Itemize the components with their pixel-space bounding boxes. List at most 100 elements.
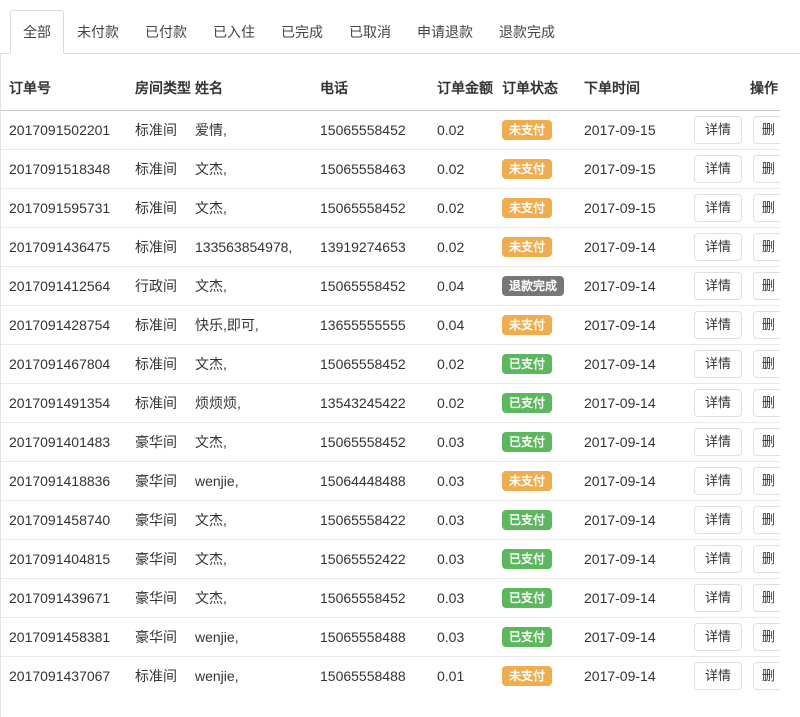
actions-cell: 详情 删 [686, 228, 780, 267]
column-header: 姓名 [187, 66, 312, 111]
detail-button[interactable]: 详情 [694, 467, 742, 495]
detail-button[interactable]: 详情 [694, 545, 742, 573]
date-cell: 2017-09-14 [576, 267, 686, 306]
column-header: 订单号 [1, 66, 127, 111]
phone-cell: 15065558452 [312, 111, 429, 150]
delete-button[interactable]: 删 [753, 584, 780, 612]
phone-cell: 15065558452 [312, 267, 429, 306]
delete-button[interactable]: 删 [753, 623, 780, 651]
tab-7[interactable]: 申请退款 [404, 10, 486, 54]
order-no-cell: 2017091404815 [1, 540, 127, 579]
order-no-cell: 2017091458381 [1, 618, 127, 657]
tab-8[interactable]: 退款完成 [486, 10, 568, 54]
detail-button[interactable]: 详情 [694, 584, 742, 612]
delete-button[interactable]: 删 [753, 350, 780, 378]
table-row: 2017091412564 行政间 文杰, 15065558452 0.04 退… [1, 267, 780, 306]
status-badge: 未支付 [502, 237, 552, 257]
delete-button[interactable]: 删 [753, 428, 780, 456]
tab-5[interactable]: 已完成 [268, 10, 336, 54]
phone-cell: 13919274653 [312, 228, 429, 267]
status-cell: 已支付 [494, 384, 576, 423]
tab-3[interactable]: 已付款 [132, 10, 200, 54]
delete-button[interactable]: 删 [753, 272, 780, 300]
amount-cell: 0.01 [429, 657, 494, 696]
status-cell: 已支付 [494, 345, 576, 384]
status-badge: 已支付 [502, 549, 552, 569]
delete-button[interactable]: 删 [753, 155, 780, 183]
actions-cell: 详情 删 [686, 267, 780, 306]
room-type-cell: 标准间 [127, 228, 187, 267]
table-row: 2017091436475 标准间 133563854978, 13919274… [1, 228, 780, 267]
date-cell: 2017-09-14 [576, 579, 686, 618]
order-no-cell: 2017091437067 [1, 657, 127, 696]
order-no-cell: 2017091439671 [1, 579, 127, 618]
delete-button[interactable]: 删 [753, 311, 780, 339]
date-cell: 2017-09-15 [576, 111, 686, 150]
detail-button[interactable]: 详情 [694, 662, 742, 690]
status-cell: 未支付 [494, 228, 576, 267]
phone-cell: 15065558452 [312, 423, 429, 462]
status-badge: 未支付 [502, 666, 552, 686]
tab-4[interactable]: 已入住 [200, 10, 268, 54]
detail-button[interactable]: 详情 [694, 233, 742, 261]
room-type-cell: 标准间 [127, 306, 187, 345]
order-no-cell: 2017091401483 [1, 423, 127, 462]
delete-button[interactable]: 删 [753, 194, 780, 222]
table-row: 2017091502201 标准间 爱情, 15065558452 0.02 未… [1, 111, 780, 150]
amount-cell: 0.03 [429, 540, 494, 579]
tab-1[interactable]: 全部 [10, 10, 64, 54]
orders-panel: 订单号房间类型姓名电话订单金额订单状态下单时间操作 2017091502201 … [0, 54, 800, 717]
table-row: 2017091418836 豪华间 wenjie, 15064448488 0.… [1, 462, 780, 501]
order-no-cell: 2017091502201 [1, 111, 127, 150]
detail-button[interactable]: 详情 [694, 116, 742, 144]
table-row: 2017091458740 豪华间 文杰, 15065558422 0.03 已… [1, 501, 780, 540]
delete-button[interactable]: 删 [753, 233, 780, 261]
detail-button[interactable]: 详情 [694, 389, 742, 417]
detail-button[interactable]: 详情 [694, 272, 742, 300]
table-header-row: 订单号房间类型姓名电话订单金额订单状态下单时间操作 [1, 66, 780, 111]
delete-button[interactable]: 删 [753, 467, 780, 495]
delete-button[interactable]: 删 [753, 545, 780, 573]
tab-2[interactable]: 未付款 [64, 10, 132, 54]
name-cell: 文杰, [187, 267, 312, 306]
status-cell: 已支付 [494, 423, 576, 462]
delete-button[interactable]: 删 [753, 116, 780, 144]
phone-cell: 15065558488 [312, 657, 429, 696]
amount-cell: 0.02 [429, 189, 494, 228]
actions-cell: 详情 删 [686, 501, 780, 540]
room-type-cell: 标准间 [127, 111, 187, 150]
amount-cell: 0.03 [429, 579, 494, 618]
detail-button[interactable]: 详情 [694, 428, 742, 456]
status-cell: 未支付 [494, 306, 576, 345]
date-cell: 2017-09-14 [576, 657, 686, 696]
room-type-cell: 标准间 [127, 189, 187, 228]
detail-button[interactable]: 详情 [694, 506, 742, 534]
phone-cell: 15064448488 [312, 462, 429, 501]
detail-button[interactable]: 详情 [694, 155, 742, 183]
table-row: 2017091428754 标准间 快乐,即可, 13655555555 0.0… [1, 306, 780, 345]
column-header: 下单时间 [576, 66, 686, 111]
status-cell: 已支付 [494, 618, 576, 657]
phone-cell: 15065558488 [312, 618, 429, 657]
phone-cell: 13655555555 [312, 306, 429, 345]
detail-button[interactable]: 详情 [694, 350, 742, 378]
tab-6[interactable]: 已取消 [336, 10, 404, 54]
amount-cell: 0.02 [429, 228, 494, 267]
detail-button[interactable]: 详情 [694, 194, 742, 222]
actions-cell: 详情 删 [686, 579, 780, 618]
detail-button[interactable]: 详情 [694, 623, 742, 651]
detail-button[interactable]: 详情 [694, 311, 742, 339]
name-cell: 文杰, [187, 501, 312, 540]
delete-button[interactable]: 删 [753, 506, 780, 534]
room-type-cell: 豪华间 [127, 540, 187, 579]
delete-button[interactable]: 删 [753, 389, 780, 417]
name-cell: wenjie, [187, 618, 312, 657]
date-cell: 2017-09-15 [576, 189, 686, 228]
phone-cell: 13543245422 [312, 384, 429, 423]
date-cell: 2017-09-14 [576, 540, 686, 579]
room-type-cell: 豪华间 [127, 462, 187, 501]
delete-button[interactable]: 删 [753, 662, 780, 690]
order-no-cell: 2017091412564 [1, 267, 127, 306]
order-no-cell: 2017091518348 [1, 150, 127, 189]
actions-cell: 详情 删 [686, 657, 780, 696]
